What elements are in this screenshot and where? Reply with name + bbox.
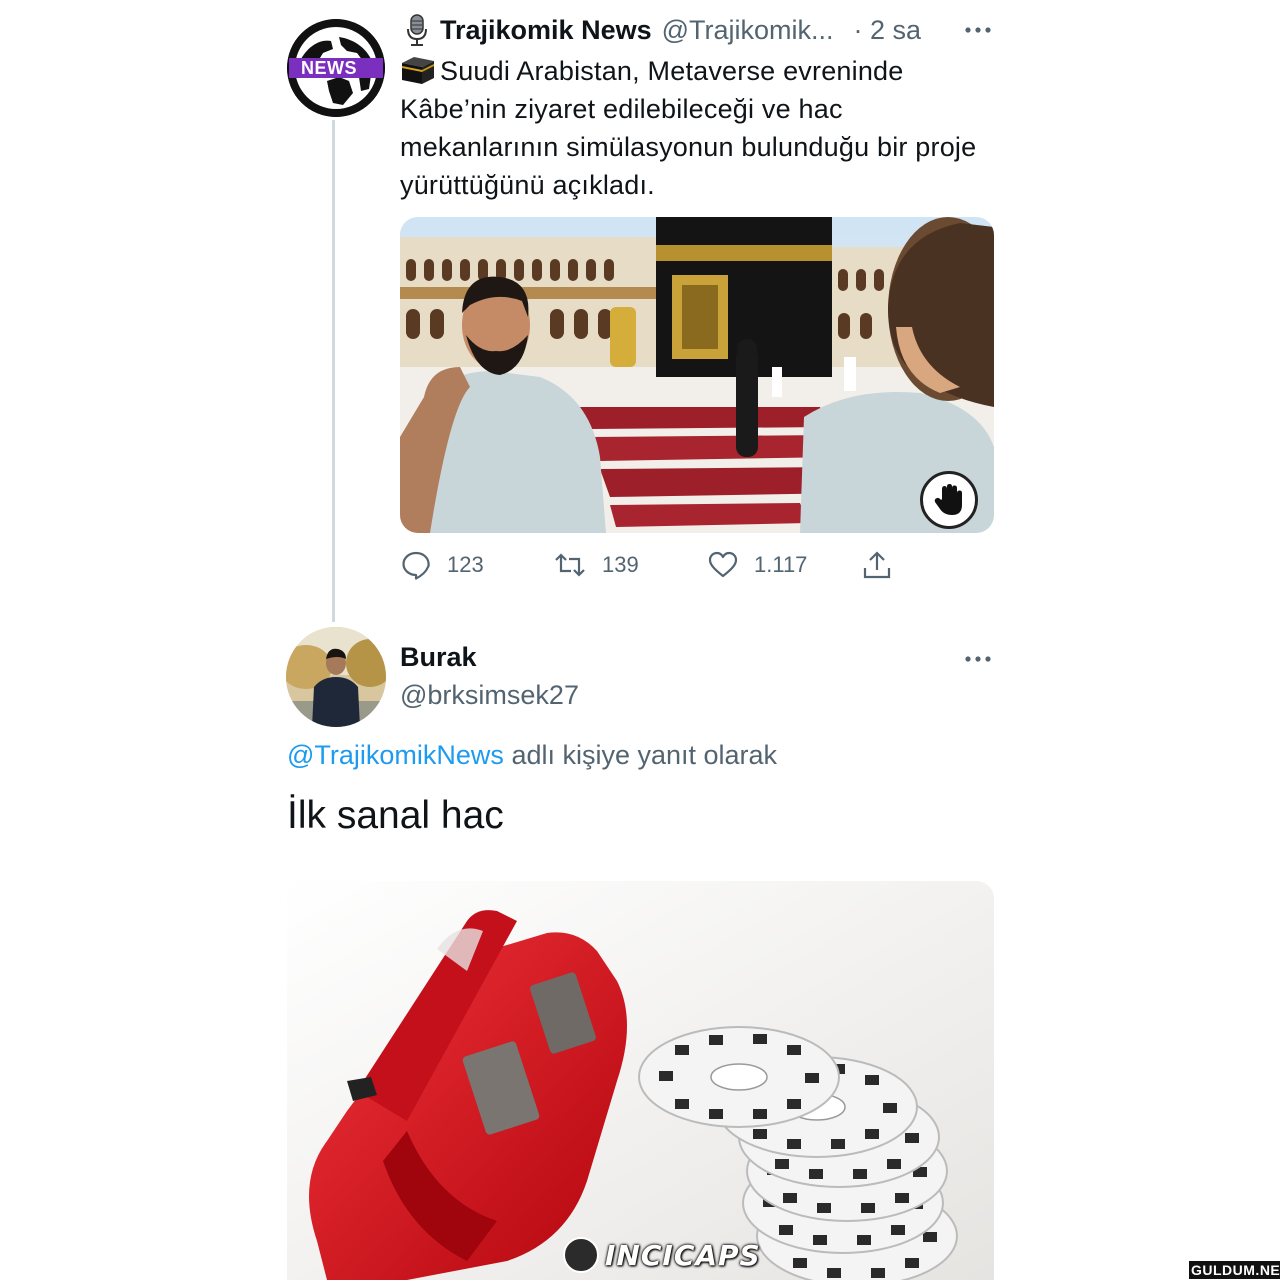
kaaba-icon — [402, 57, 434, 84]
replying-to-mention[interactable]: @TrajikomikNews — [287, 740, 504, 770]
viewmaster-photo — [287, 881, 994, 1280]
heart-icon — [708, 551, 738, 578]
reply-action[interactable]: 123 — [401, 547, 484, 583]
replying-to-suffix: adlı kişiye yanıt olarak — [503, 740, 778, 770]
news-avatar[interactable]: NEWS — [287, 19, 385, 117]
user-photo — [286, 627, 386, 727]
metaverse-kaaba-scene — [400, 217, 994, 533]
thread-line — [332, 120, 335, 622]
like-count: 1.117 — [754, 552, 808, 577]
microphone-icon — [407, 14, 427, 46]
more-icon[interactable] — [962, 647, 994, 671]
replying-to: @TrajikomikNews adlı kişiye yanıt olarak — [287, 740, 777, 771]
reply-text: İlk sanal hac — [287, 794, 504, 837]
retweet-icon — [555, 553, 585, 577]
tweet-media-image[interactable] — [400, 217, 994, 533]
share-action[interactable] — [862, 547, 892, 583]
like-action[interactable]: 1.117 — [708, 547, 807, 583]
retweet-action[interactable]: 139 — [554, 547, 639, 583]
reply-author-handle[interactable]: @brksimsek27 — [400, 680, 579, 711]
owl-logo-icon — [563, 1237, 599, 1273]
incicaps-watermark: INCICAPS — [563, 1236, 761, 1274]
reply-author-name[interactable]: Burak — [400, 642, 477, 673]
guldum-watermark: GULDUM.NET — [1189, 1261, 1280, 1279]
comment-icon — [402, 551, 430, 580]
tweet-text-body: Suudi Arabistan, Metaverse evreninde Kâb… — [400, 56, 977, 200]
tweet-author-row: Trajikomik News @Trajikomik... · 2 sa — [400, 12, 921, 48]
tweet-author-name[interactable]: Trajikomik News — [440, 15, 652, 46]
retweet-count: 139 — [602, 552, 639, 577]
reply-count: 123 — [447, 552, 484, 577]
news-badge-text: NEWS — [301, 58, 357, 78]
tweet-text: Suudi Arabistan, Metaverse evreninde Kâb… — [400, 52, 1000, 204]
tweet-timestamp[interactable]: · 2 sa — [854, 15, 922, 46]
reply-media-image[interactable] — [287, 881, 994, 1280]
more-icon[interactable] — [962, 18, 994, 42]
tweet-author-handle[interactable]: @Trajikomik... — [662, 15, 834, 46]
hand-overlay-button[interactable] — [920, 471, 978, 529]
share-icon — [863, 551, 891, 579]
incicaps-text: INCICAPS — [605, 1238, 761, 1272]
hand-icon — [934, 484, 962, 515]
reply-avatar[interactable] — [286, 627, 386, 727]
